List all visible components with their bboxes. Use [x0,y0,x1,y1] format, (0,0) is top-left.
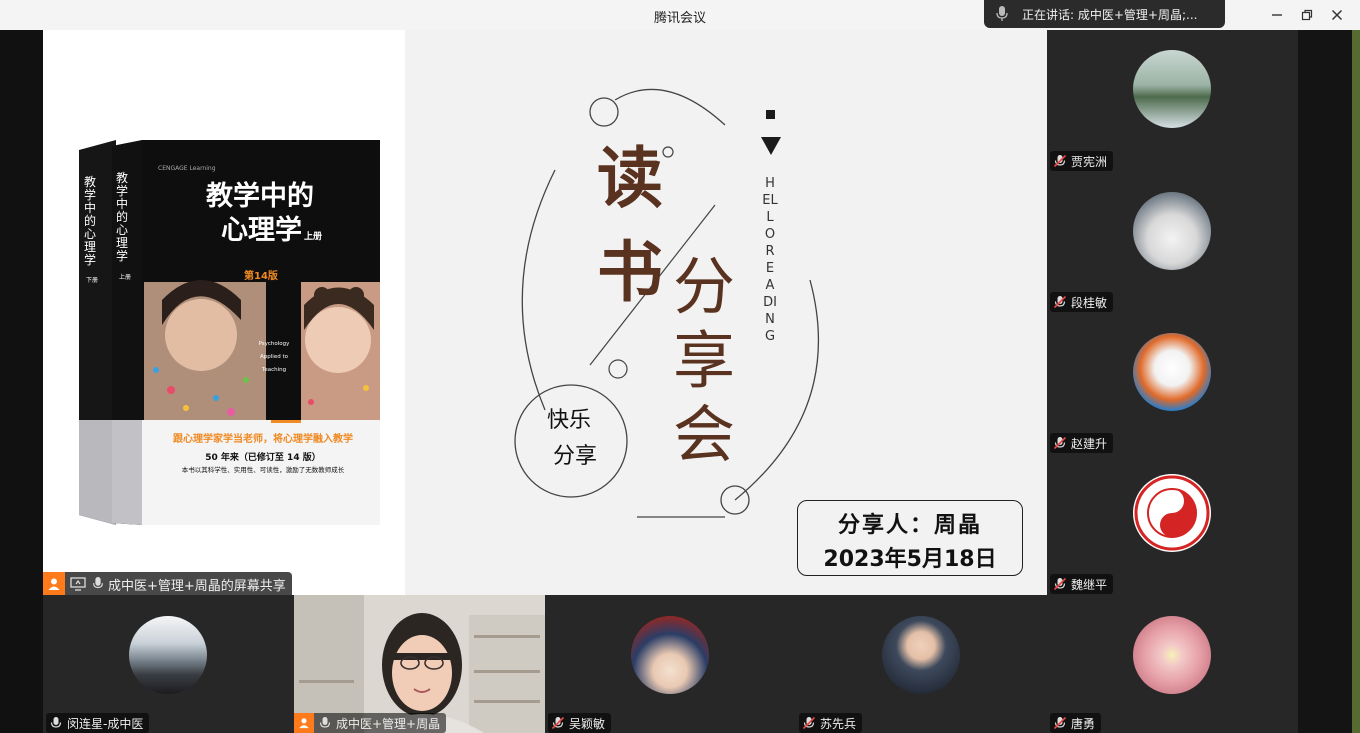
book-volume: 上册 [304,232,323,242]
title-bar: 腾讯会议 正在讲话: 成中医+管理+周晶;... [0,0,1360,30]
slide-hello-reading: HELLO READING [762,176,778,344]
slide-circle-text-1: 快乐 [547,408,592,433]
microphone-icon [996,6,1008,21]
microphone-icon [319,717,331,728]
stage-margin [0,30,43,733]
close-icon[interactable] [1324,4,1350,26]
participant-name: 魏继平 [1071,577,1108,592]
right-margin [1298,30,1360,733]
participant-tile[interactable]: 魏继平 [1047,453,1298,594]
speaking-label: 正在讲话: 成中医+管理+周晶;... [1022,7,1198,22]
avatar [1133,333,1211,411]
book-spine-title-1: 教学中的心理学 [116,171,129,263]
mic-muted-icon [1053,295,1067,309]
slide-title-char-1: 读 [597,139,663,217]
participant-tile[interactable]: 唐勇 [1047,595,1298,733]
mic-muted-icon [1053,154,1067,168]
mic-muted-icon [802,716,816,730]
participant-tile[interactable]: 赵建升 [1047,312,1298,453]
user-icon [294,713,314,733]
avatar [631,616,709,694]
mic-muted-icon [1053,716,1067,730]
mic-muted-icon [551,716,565,730]
book-title-line2: 心理学 [221,215,302,246]
participant-tile[interactable]: 贾宪洲 [1047,30,1298,171]
avatar [1133,474,1211,552]
participant-name: 唐勇 [1071,716,1096,731]
slide-title-char-3: 分 [673,250,736,323]
slide-circle-text-2: 分享 [553,444,598,469]
user-icon [43,572,65,596]
participant-tile[interactable]: 段桂敏 [1047,171,1298,312]
avatar [1133,616,1211,694]
participant-tile[interactable]: 闵连星-成中医 [43,595,294,733]
speaking-indicator[interactable]: 正在讲话: 成中医+管理+周晶;... [984,0,1225,28]
presenter-label: 分享人：周晶 [837,512,982,538]
book-title-line1: 教学中的 [206,181,314,212]
shared-screen[interactable]: CENGAGE Learning 教学中的 心理学 上册 第14版 Psychol… [43,30,1047,595]
avatar [882,616,960,694]
participant-tile[interactable]: 吴颖敏 [545,595,796,733]
avatar [1133,50,1211,128]
participant-name: 赵建升 [1071,436,1108,451]
book-english-title: Psychology Applied to Teaching [258,341,290,373]
book-cover-image: CENGAGE Learning 教学中的 心理学 上册 第14版 Psychol… [76,140,386,525]
mic-muted-icon [1053,577,1067,591]
book-tagline-1: 50 年来（已修订至 14 版） [205,453,321,463]
participant-column: 贾宪洲 段桂敏 赵建升 魏继平 [1047,30,1298,595]
book-edition: 第14版 [244,271,278,282]
window-edge [1352,30,1360,733]
avatar [1133,192,1211,270]
participant-name: 吴颖敏 [569,716,606,731]
participant-video-tile[interactable]: 成中医+管理+周晶 [294,595,545,733]
publisher-logo: CENGAGE Learning [158,165,216,172]
screen-share-tag[interactable]: 成中医+管理+周晶的屏幕共享 [43,572,292,596]
avatar [129,616,207,694]
book-spine-sub-1: 上册 [119,274,132,281]
microphone-icon [50,717,62,728]
screen-share-label: 成中医+管理+周晶的屏幕共享 [108,578,286,594]
participant-name: 闵连星-成中医 [67,716,144,731]
restore-icon[interactable] [1294,4,1320,26]
presentation-date: 2023年5月18日 [823,547,997,572]
participant-tile[interactable]: 苏先兵 [796,595,1047,733]
university-seal-icon [1134,475,1210,551]
participant-name: 贾宪洲 [1071,154,1108,169]
reading-slide: 读 书 分 享 会 HELLO READING 快乐 分享 分享人：周晶 202… [405,30,1047,595]
microphone-icon [93,577,103,589]
slide-title-char-2: 书 [597,233,663,311]
meeting-window: 腾讯会议 正在讲话: 成中医+管理+周晶;... CENGAGE Learnin… [0,0,1360,733]
slide-title-char-4: 享 [673,324,736,397]
minimize-icon[interactable] [1264,4,1290,26]
slide-title-char-5: 会 [673,398,736,471]
participant-name: 段桂敏 [1071,295,1108,310]
mic-muted-icon [1053,436,1067,450]
participant-name: 苏先兵 [820,716,857,731]
book-slogan: 跟心理学家学当老师，将心理学融入教学 [173,434,353,445]
book-tagline-2: 本书以其科学性、实用性、可读性，激励了无数教师成长 [181,466,345,474]
book-spine-sub-2: 下册 [86,277,99,284]
participant-name: 成中医+管理+周晶 [336,716,441,731]
screen-share-icon [70,577,86,591]
book-spine-title-2: 教学中的心理学 [84,175,97,267]
presenter-box: 分享人：周晶 2023年5月18日 [797,500,1023,576]
